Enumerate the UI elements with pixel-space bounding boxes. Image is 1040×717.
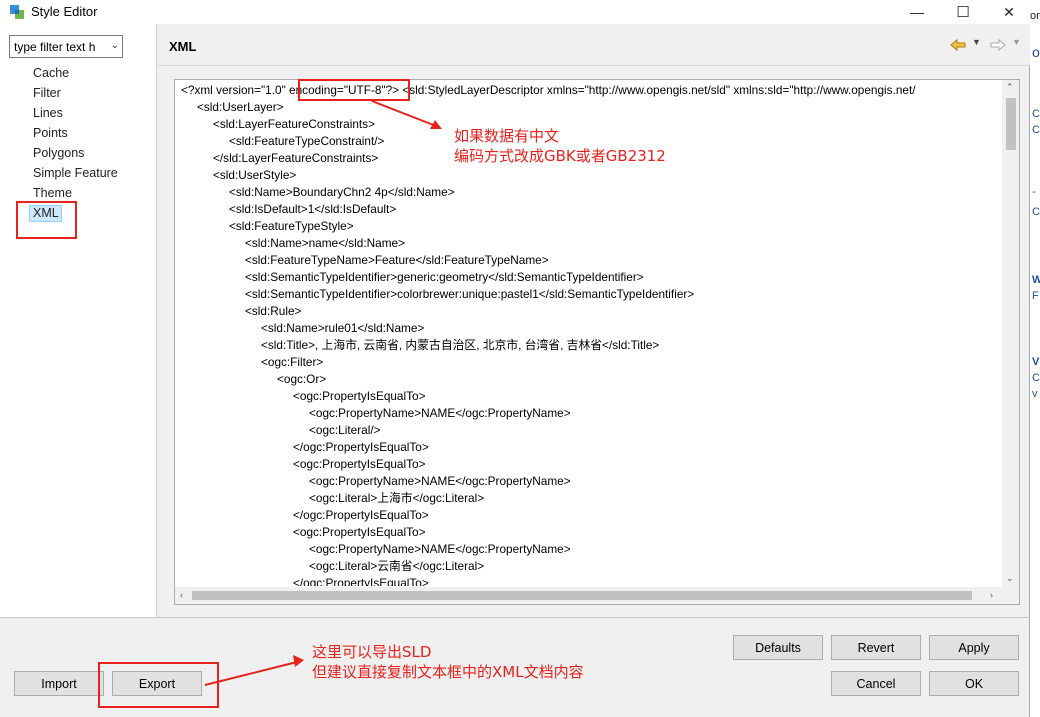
annotation-encoding-line-2: 编码方式改成GBK或者GB2312 bbox=[454, 147, 666, 165]
annotation-export-line-1: 这里可以导出SLD bbox=[312, 643, 432, 661]
annotation-arrowhead-export bbox=[293, 655, 304, 667]
annotation-export-line-2: 但建议直接复制文本框中的XML文档内容 bbox=[312, 663, 584, 681]
annotation-encoding-line-1: 如果数据有中文 bbox=[454, 127, 560, 145]
annotation-arrows bbox=[204, 100, 442, 686]
annotation-arrow-encoding bbox=[371, 100, 437, 127]
annotation-arrow-export bbox=[204, 661, 298, 686]
